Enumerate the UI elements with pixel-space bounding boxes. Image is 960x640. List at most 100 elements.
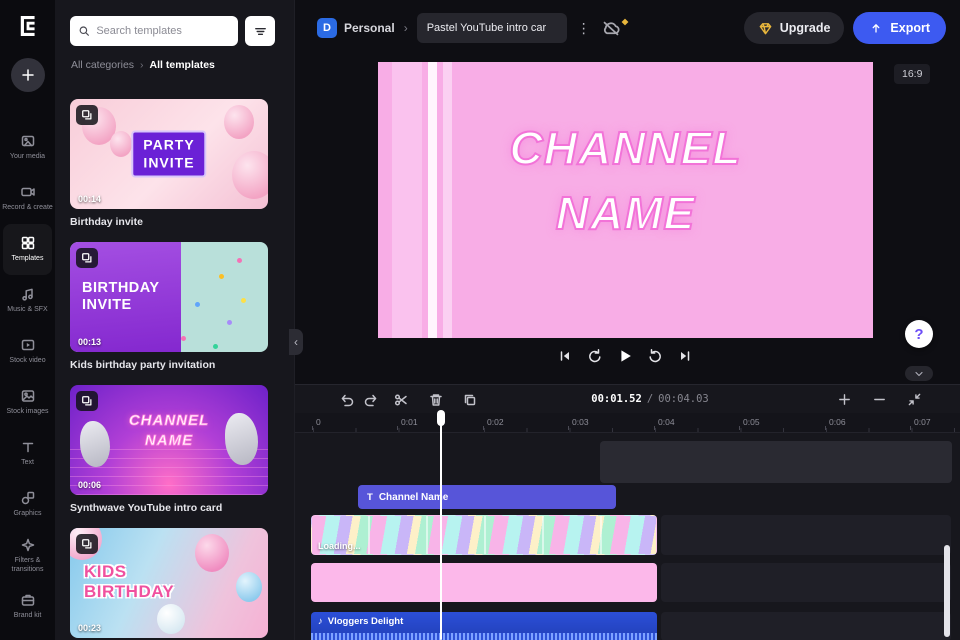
- template-card-kids-birthday-invite[interactable]: BIRTHDAY INVITE 00:13 Kids birthday part…: [70, 242, 268, 371]
- copy-icon: [464, 394, 476, 406]
- playhead-handle[interactable]: [437, 410, 445, 426]
- ruler-label: 0:01: [397, 417, 418, 430]
- camera-icon: [20, 187, 35, 197]
- project-title-input[interactable]: Pastel YouTube intro car: [416, 13, 567, 43]
- workspace-avatar: D: [317, 18, 337, 38]
- clipchamp-logo-icon[interactable]: [13, 11, 43, 41]
- skip-start-button[interactable]: [553, 344, 577, 368]
- jump-back-button[interactable]: [583, 344, 607, 368]
- filter-button[interactable]: [245, 16, 275, 46]
- clipchamp-app: Your media Record & create Templates Mus…: [0, 0, 960, 640]
- sidebar-item-label: Filters & transitions: [11, 556, 44, 573]
- confetti-decor: [237, 258, 242, 263]
- timeline-ruler[interactable]: 0 0:01 0:02 0:03 0:04 0:05 0:06 0:07: [295, 413, 960, 433]
- sidebar-item-filters-transitions[interactable]: Filters & transitions: [0, 530, 55, 581]
- text-clip-channel-name[interactable]: T Channel Name: [358, 485, 616, 509]
- cloud-offline-icon[interactable]: [601, 18, 629, 38]
- plus-icon: [838, 393, 850, 405]
- sidebar-item-label: Brand kit: [13, 612, 42, 620]
- duration-label: 00:14: [78, 194, 102, 204]
- video-frames-decor: [312, 516, 656, 554]
- sidebar-item-stock-video[interactable]: Stock video: [0, 326, 55, 377]
- project-header: D Personal › Pastel YouTube intro car ⋮ …: [295, 0, 960, 56]
- workspace-switcher[interactable]: D Personal: [317, 18, 395, 38]
- template-card-list: PARTY INVITE 00:14 Birthday invite BIRTH…: [70, 99, 268, 640]
- upgrade-button[interactable]: Upgrade: [743, 12, 845, 44]
- template-thumbnail: BIRTHDAY INVITE 00:13: [70, 242, 268, 352]
- briefcase-icon: [21, 594, 34, 606]
- sidebar-item-brand-kit[interactable]: Brand kit: [0, 581, 55, 632]
- scissors-icon: [394, 394, 407, 406]
- sidebar-item-text[interactable]: Text: [0, 428, 55, 479]
- project-menu-button[interactable]: ⋮: [576, 20, 592, 37]
- sidebar-item-label: Record & create: [2, 204, 53, 212]
- template-card-birthday-invite[interactable]: PARTY INVITE 00:14 Birthday invite: [70, 99, 268, 228]
- collapse-stage-button[interactable]: [905, 366, 933, 381]
- zoom-out-button[interactable]: [867, 387, 891, 411]
- breadcrumb-all-categories[interactable]: All categories: [71, 59, 134, 71]
- export-button[interactable]: Export: [853, 12, 946, 44]
- sidebar-item-record-create[interactable]: Record & create: [0, 173, 55, 224]
- collapse-arrows-icon: [908, 393, 920, 405]
- audio-clip-vloggers-delight[interactable]: ♪ Vloggers Delight: [311, 612, 657, 640]
- balloon-decor: [110, 131, 132, 157]
- nav-rail: Your media Record & create Templates Mus…: [0, 0, 55, 640]
- canvas-text-channel-name[interactable]: CHANNEL NAME: [378, 116, 873, 246]
- sidebar-item-music-sfx[interactable]: Music & SFX: [0, 275, 55, 326]
- play-button[interactable]: [613, 344, 637, 368]
- timeline-toolbar: [335, 387, 482, 413]
- balloon-decor: [194, 534, 229, 572]
- templates-panel: All categories › All templates PARTY INV: [55, 0, 295, 640]
- aspect-ratio-badge[interactable]: 16:9: [894, 64, 931, 84]
- header-breadcrumb-separator: ›: [403, 21, 408, 35]
- sidebar-item-your-media[interactable]: Your media: [0, 122, 55, 173]
- redo-button[interactable]: [359, 388, 383, 412]
- create-button[interactable]: [10, 58, 45, 92]
- template-stack-icon: [76, 391, 98, 411]
- diamond-icon: [759, 22, 772, 34]
- playhead[interactable]: [437, 410, 445, 640]
- fit-timeline-button[interactable]: [902, 387, 926, 411]
- jump-forward-button[interactable]: [643, 344, 667, 368]
- text-icon: [22, 442, 33, 453]
- template-card-synthwave-intro[interactable]: CHANNEL NAME 00:06 Synthwave YouTube int…: [70, 385, 268, 514]
- main-area: D Personal › Pastel YouTube intro car ⋮ …: [295, 0, 960, 640]
- graphics-icon: [21, 491, 34, 505]
- sidebar-item-templates[interactable]: Templates: [3, 224, 52, 275]
- sidebar-item-graphics[interactable]: Graphics: [0, 479, 55, 530]
- search-input[interactable]: [96, 25, 230, 37]
- timeline-scrollbar[interactable]: [944, 545, 950, 637]
- duplicate-button[interactable]: [458, 388, 482, 412]
- ruler-label: 0:02: [483, 417, 504, 430]
- skip-end-button[interactable]: [673, 344, 697, 368]
- music-note-icon: ♪: [318, 616, 323, 627]
- video-canvas[interactable]: CHANNEL NAME: [378, 62, 873, 338]
- waveform-decor: [311, 633, 657, 640]
- help-button[interactable]: ?: [905, 320, 933, 348]
- stock-video-icon: [21, 339, 34, 351]
- delete-button[interactable]: [424, 388, 448, 412]
- playback-controls: [553, 344, 697, 368]
- sidebar-item-stock-images[interactable]: Stock images: [0, 377, 55, 428]
- ruler-label: 0:06: [825, 417, 846, 430]
- minus-icon: [873, 398, 885, 400]
- split-button[interactable]: [389, 388, 413, 412]
- total-time: 00:04.03: [658, 393, 709, 405]
- collapse-panel-button[interactable]: ‹: [289, 329, 303, 355]
- sidebar-item-label: Stock video: [9, 357, 46, 365]
- sidebar-item-label: Your media: [9, 153, 46, 161]
- ruler-label: 0:03: [568, 417, 589, 430]
- play-icon: [621, 350, 631, 362]
- duration-label: 00:06: [78, 480, 102, 490]
- breadcrumb-all-templates: All templates: [149, 59, 215, 71]
- track-background: [661, 612, 951, 640]
- zoom-in-button[interactable]: [832, 387, 856, 411]
- sidebar-item-label: Templates: [11, 255, 44, 263]
- undo-button[interactable]: [335, 388, 359, 412]
- template-thumbnail: PARTY INVITE 00:14: [70, 99, 268, 209]
- template-card-kids-birthday[interactable]: KIDS BIRTHDAY 00:23: [70, 528, 268, 640]
- video-clip[interactable]: Loading...: [311, 515, 657, 555]
- filter-icon: [254, 27, 266, 35]
- ruler-ticks: [313, 428, 960, 432]
- background-color-clip[interactable]: [311, 563, 657, 602]
